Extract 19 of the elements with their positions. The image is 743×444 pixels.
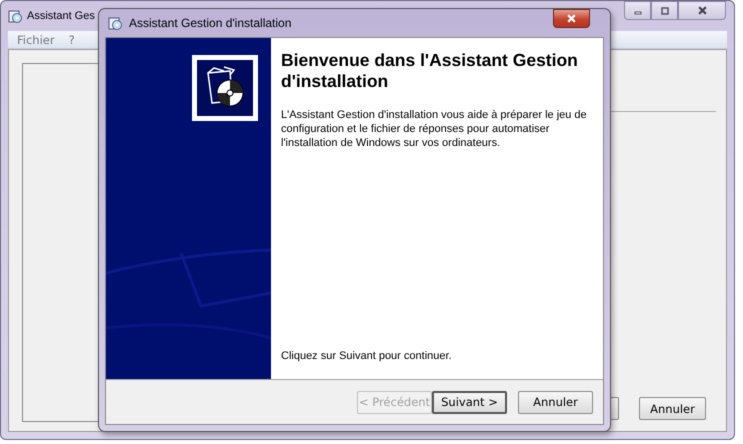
close-icon — [696, 5, 708, 16]
maximize-button[interactable] — [651, 1, 678, 20]
installer-icon — [107, 15, 123, 31]
next-button[interactable]: Suivant > — [432, 390, 507, 414]
window-title: Assistant Ges — [27, 10, 95, 22]
dialog-title: Assistant Gestion d'installation — [129, 16, 292, 30]
cancel-button[interactable]: Annuler — [518, 390, 593, 414]
continue-instruction: Cliquez sur Suivant pour continuer. — [281, 349, 453, 363]
maximize-icon — [660, 6, 670, 16]
installer-icon — [7, 8, 23, 24]
description-text: L'Assistant Gestion d'installation vous aide à préparer le jeu de configuration et le fichier de réponses pour automatiser l'installation de Windows sur vos ordinateurs. — [281, 108, 588, 150]
minimize-button[interactable] — [624, 1, 651, 20]
close-button[interactable] — [678, 1, 726, 20]
close-icon — [566, 13, 577, 24]
close-button[interactable] — [553, 9, 590, 28]
menu-item[interactable]: Fichier — [17, 32, 55, 46]
menu-item[interactable]: ? — [68, 32, 75, 46]
cancel-button[interactable]: Annuler — [639, 397, 706, 420]
welcome-heading: Bienvenue dans l'Assistant Gestion d'installation — [281, 50, 579, 92]
